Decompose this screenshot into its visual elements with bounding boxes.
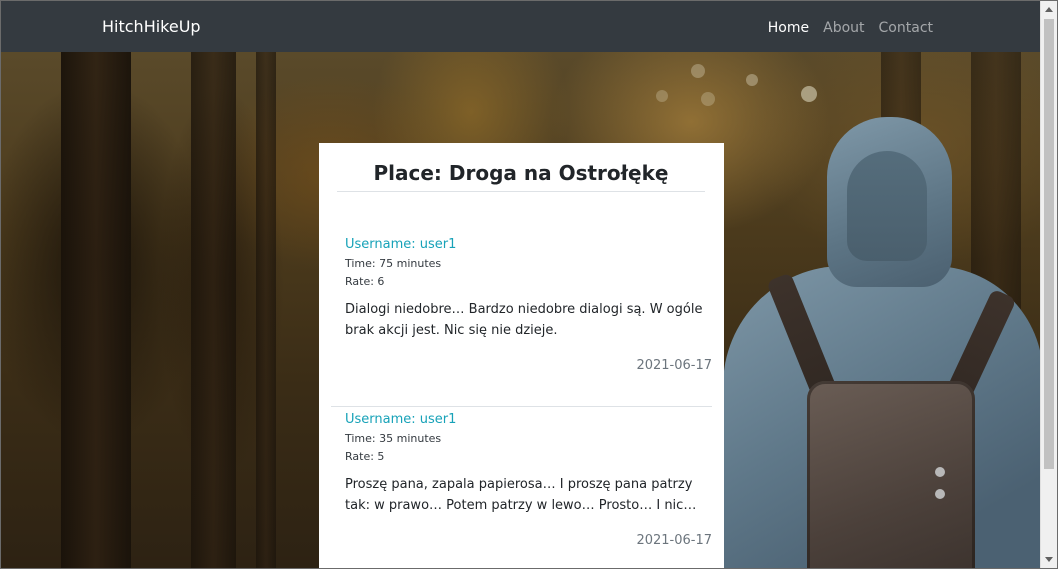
browser-viewport: HitchHikeUp Home About Contact Place: Dr… bbox=[0, 0, 1058, 569]
review-time: Time: 75 minutes bbox=[345, 257, 442, 270]
place-card: Place: Droga na Ostrołękę Username: user… bbox=[319, 143, 724, 568]
scrollbar-thumb[interactable] bbox=[1044, 19, 1054, 469]
review-item: Username: user1 Time: 35 minutes Rate: 5… bbox=[331, 406, 712, 568]
backpack-buckle bbox=[935, 467, 945, 477]
review-date: 2021-06-17 bbox=[636, 358, 712, 373]
review-body: Dialogi niedobre… Bardzo niedobre dialog… bbox=[345, 302, 703, 338]
top-navbar: HitchHikeUp Home About Contact bbox=[1, 1, 1041, 52]
nav-link-about[interactable]: About bbox=[823, 20, 864, 36]
light-bokeh bbox=[701, 92, 715, 106]
review-rate: Rate: 6 bbox=[345, 275, 385, 288]
light-bokeh bbox=[801, 86, 817, 102]
review-username[interactable]: Username: user1 bbox=[345, 237, 456, 252]
nav-links: Home About Contact bbox=[768, 20, 933, 36]
tree-trunk bbox=[191, 52, 236, 568]
review-username[interactable]: Username: user1 bbox=[345, 412, 456, 427]
light-bokeh bbox=[656, 90, 668, 102]
scroll-down-arrow-icon[interactable] bbox=[1045, 557, 1053, 562]
light-bokeh bbox=[691, 64, 705, 78]
nav-link-contact[interactable]: Contact bbox=[879, 20, 933, 36]
nav-link-home[interactable]: Home bbox=[768, 20, 809, 36]
brand-logo-link[interactable]: HitchHikeUp bbox=[102, 17, 201, 36]
tree-trunk bbox=[256, 52, 276, 568]
place-title: Place: Droga na Ostrołękę bbox=[337, 161, 705, 192]
hiker-backpack bbox=[807, 381, 975, 568]
review-rate: Rate: 5 bbox=[345, 450, 385, 463]
tree-trunk bbox=[61, 52, 131, 568]
review-item: Username: user1 Time: 75 minutes Rate: 6… bbox=[331, 231, 712, 407]
light-bokeh bbox=[746, 74, 758, 86]
hiker-hood-shadow bbox=[847, 151, 927, 261]
scroll-up-arrow-icon[interactable] bbox=[1045, 7, 1053, 12]
review-time: Time: 35 minutes bbox=[345, 432, 442, 445]
review-body: Proszę pana, zapala papierosa… I proszę … bbox=[345, 477, 697, 513]
page-scrollbar[interactable] bbox=[1040, 1, 1057, 568]
review-date: 2021-06-17 bbox=[636, 533, 712, 548]
backpack-buckle bbox=[935, 489, 945, 499]
